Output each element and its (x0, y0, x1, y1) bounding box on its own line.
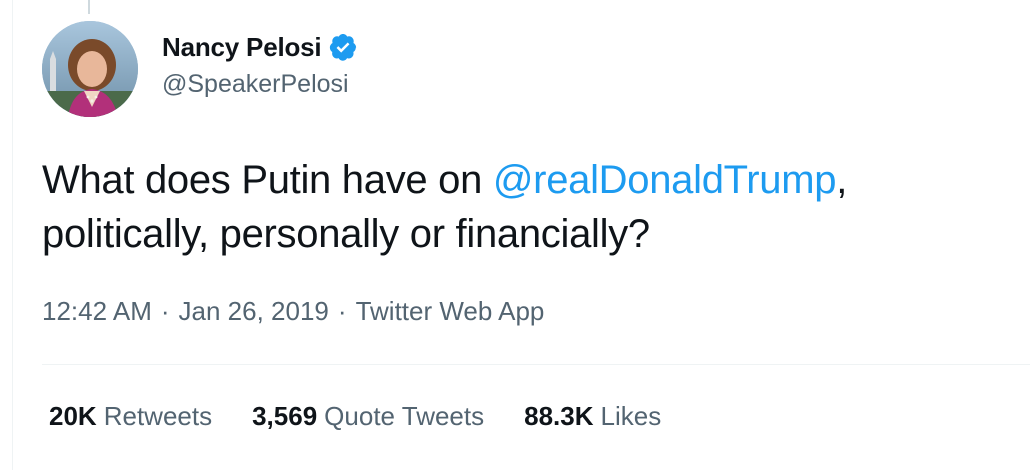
tweet-text: What does Putin have on @realDonaldTrump… (42, 153, 1002, 261)
retweets-label: Retweets (103, 401, 213, 431)
engagement-stats: 20K Retweets 3,569 Quote Tweets 88.3K Li… (49, 401, 701, 432)
meta-separator: · (160, 296, 170, 326)
author-name-row[interactable]: Nancy Pelosi (162, 30, 358, 64)
profile-photo-icon (42, 21, 138, 117)
thread-border (12, 0, 13, 470)
divider (42, 364, 1030, 365)
retweets-count: 20K (49, 401, 97, 431)
retweets-stat[interactable]: 20K Retweets (49, 401, 212, 432)
tweet-metadata: 12:42 AM · Jan 26, 2019 · Twitter Web Ap… (42, 296, 544, 327)
avatar[interactable] (42, 21, 138, 117)
mention-link[interactable]: @realDonaldTrump (493, 158, 837, 202)
author-display-name[interactable]: Nancy Pelosi (162, 32, 322, 63)
tweet-text-start: What does Putin have on (42, 158, 493, 202)
meta-separator: · (337, 296, 347, 326)
tweet-source[interactable]: Twitter Web App (356, 296, 545, 327)
author-handle[interactable]: @SpeakerPelosi (162, 70, 349, 99)
likes-count: 88.3K (524, 401, 594, 431)
quote-tweets-label: Quote Tweets (324, 401, 485, 431)
quote-tweets-count: 3,569 (252, 401, 318, 431)
thread-connector-line (88, 0, 90, 14)
likes-stat[interactable]: 88.3K Likes (524, 401, 661, 432)
tweet-date[interactable]: Jan 26, 2019 (179, 296, 329, 327)
quote-tweets-stat[interactable]: 3,569 Quote Tweets (252, 401, 484, 432)
likes-label: Likes (600, 401, 662, 431)
tweet-time[interactable]: 12:42 AM (42, 296, 152, 327)
verified-badge-icon (328, 32, 358, 62)
